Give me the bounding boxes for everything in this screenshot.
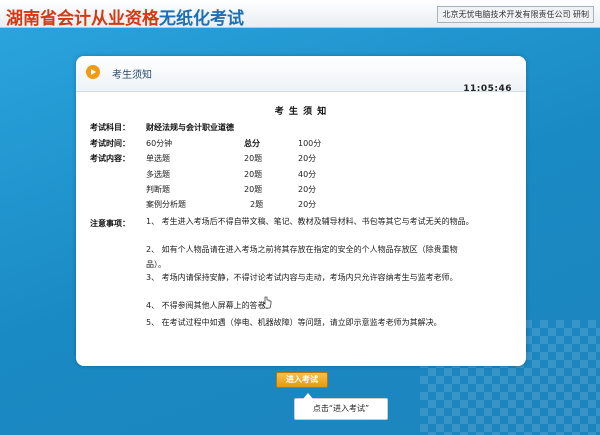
content-label: 考试内容：: [90, 154, 130, 163]
question-type-score: 20分: [298, 185, 317, 194]
app-title-main: 湖南省会计从业资格: [6, 9, 159, 29]
question-type-name: 多选题: [146, 170, 170, 179]
panel-title: 考生须知: [112, 70, 152, 81]
question-type-count: 20题: [244, 170, 263, 179]
developer-credit: 北京无忧电脑技术开发有限责任公司 研制: [437, 6, 594, 23]
question-type-count: 20题: [244, 154, 263, 163]
panel-header: 考生须知: [76, 56, 526, 92]
notes-label: 注意事项：: [90, 219, 130, 228]
question-type-name: 案例分析题: [146, 200, 186, 209]
app-title: 湖南省会计从业资格无纸化考试: [6, 4, 244, 29]
total-value: 100分: [298, 139, 322, 148]
enter-exam-button[interactable]: 进入考试: [276, 372, 328, 388]
note-item: 2、 如有个人物品请在进入考场之前将其存放在指定的安全的个人物品存放区（除贵重物…: [146, 245, 458, 269]
question-type-name: 判断题: [146, 185, 170, 194]
callout-tooltip: 点击“进入考试”: [294, 393, 388, 420]
total-label: 总分: [244, 139, 260, 148]
app-title-sub: 无纸化考试: [159, 9, 244, 29]
note-item: 3、 考场内请保持安静，不得讨论考试内容与走动，考场内只允许容纳考生与监考老师。: [146, 273, 458, 282]
question-type-score: 40分: [298, 170, 317, 179]
hand-cursor-icon: [262, 296, 272, 309]
note-item: 1、 考生进入考场后不得自带文稿、笔记、教材及辅导材料、书包等其它与考试无关的物…: [146, 217, 474, 226]
top-header: 湖南省会计从业资格无纸化考试 北京无忧电脑技术开发有限责任公司 研制: [0, 0, 600, 29]
question-type-count: 20题: [244, 185, 263, 194]
notice-panel: 考生须知 11:05:46 考 生 须 知 考试科目： 财经法规与会计职业道德 …: [76, 56, 526, 366]
question-type-score: 20分: [298, 154, 317, 163]
time-value: 60分钟: [146, 139, 173, 148]
arrow-right-icon: [86, 65, 100, 79]
question-type-count: 2题: [250, 200, 264, 209]
question-type-name: 单选题: [146, 154, 170, 163]
subject-label: 考试科目：: [90, 123, 130, 132]
time-label: 考试时间：: [90, 139, 130, 148]
question-type-score: 20分: [298, 200, 317, 209]
countdown-clock: 11:05:46: [463, 84, 512, 94]
notice-title: 考 生 须 知: [274, 107, 328, 117]
note-item: 5、 在考试过程中如遇（停电、机器故障）等问题，请立即示意监考老师为其解决。: [146, 318, 442, 327]
subject-value: 财经法规与会计职业道德: [146, 123, 234, 132]
note-item: 4、 不得参阅其他人屏幕上的答卷。: [146, 301, 274, 310]
